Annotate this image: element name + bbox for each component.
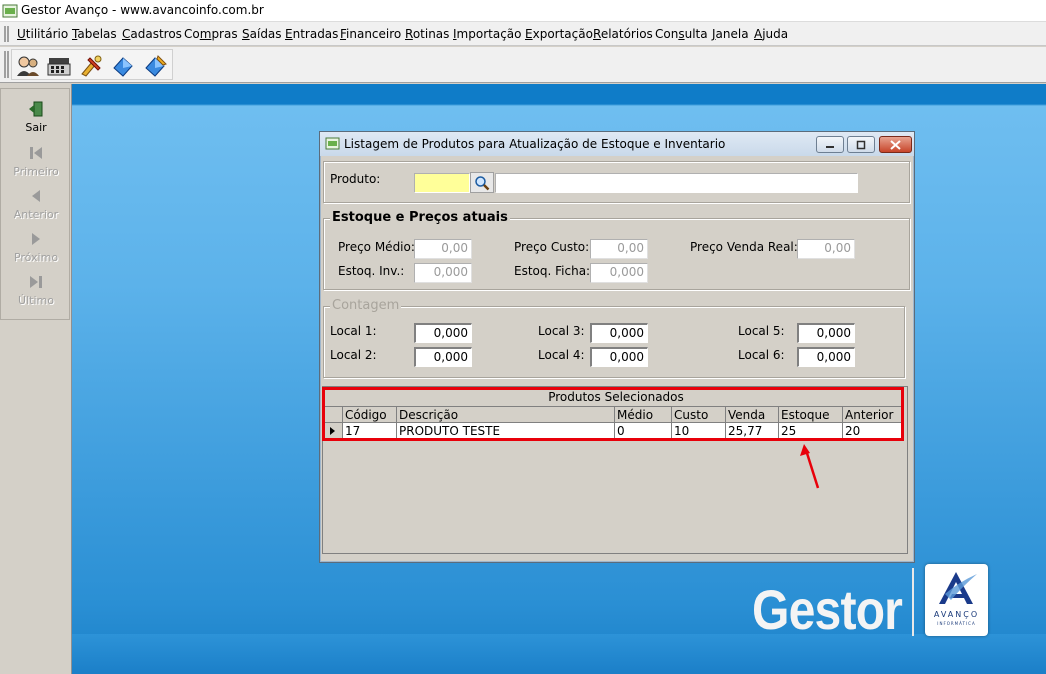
toolbar-group bbox=[11, 49, 173, 80]
navigation-panel: Sair Primeiro Anterior Próximo Último bbox=[0, 88, 70, 320]
gestor-brand-text: Gestor bbox=[752, 578, 903, 641]
menu-utilitario[interactable]: Utilitário bbox=[17, 27, 68, 41]
blue-box-icon[interactable] bbox=[109, 53, 137, 79]
local1-label: Local 1: bbox=[330, 324, 377, 338]
sidebar-item-ultimo[interactable]: Último bbox=[1, 266, 71, 310]
red-highlight-box bbox=[322, 387, 904, 441]
menu-entradas[interactable]: Entradas bbox=[285, 27, 338, 41]
close-icon bbox=[890, 139, 901, 150]
produto-label: Produto: bbox=[330, 172, 381, 186]
menu-importacao[interactable]: Importação bbox=[453, 27, 521, 41]
menu-ajuda[interactable]: Ajuda bbox=[754, 27, 788, 41]
estoq-ficha-label: Estoq. Ficha: bbox=[514, 264, 591, 278]
local4-input[interactable]: 0,000 bbox=[590, 347, 648, 367]
minimize-icon bbox=[826, 145, 834, 148]
dialog-title: Listagem de Produtos para Atualização de… bbox=[344, 137, 726, 151]
sidebar-item-proximo[interactable]: Próximo bbox=[1, 223, 71, 267]
menu-financeiro[interactable]: Financeiro bbox=[340, 27, 401, 41]
preco-medio-field: 0,00 bbox=[414, 239, 472, 259]
local2-input[interactable]: 0,000 bbox=[414, 347, 472, 367]
sidebar-item-label: Anterior bbox=[13, 208, 59, 221]
cash-register-icon[interactable] bbox=[45, 53, 73, 79]
estoq-inv-field: 0,000 bbox=[414, 263, 472, 283]
toolbar-grip bbox=[4, 51, 9, 78]
estoq-ficha-field: 0,000 bbox=[590, 263, 648, 283]
close-button[interactable] bbox=[879, 136, 912, 153]
local3-label: Local 3: bbox=[538, 324, 585, 338]
dialog-titlebar: Listagem de Produtos para Atualização de… bbox=[320, 132, 914, 156]
menu-bar: Utilitário Tabelas Cadastros Compras Saí… bbox=[0, 22, 1046, 46]
previous-record-icon bbox=[28, 188, 44, 204]
preco-venda-real-label: Preço Venda Real: bbox=[690, 240, 798, 254]
toolbar bbox=[0, 47, 1046, 83]
sidebar: Sair Primeiro Anterior Próximo Último bbox=[0, 84, 72, 674]
menu-janela[interactable]: Janela bbox=[712, 27, 749, 41]
last-record-icon bbox=[28, 274, 44, 290]
users-icon[interactable] bbox=[14, 53, 42, 79]
app-icon bbox=[2, 3, 18, 19]
avanco-logo: AVANÇO INFORMÁTICA bbox=[925, 564, 988, 636]
menu-consulta[interactable]: Consulta bbox=[655, 27, 708, 41]
exit-door-icon bbox=[28, 101, 44, 117]
next-record-icon bbox=[28, 231, 44, 247]
menu-compras[interactable]: Compras bbox=[184, 27, 238, 41]
sidebar-item-label: Próximo bbox=[13, 251, 59, 264]
local6-label: Local 6: bbox=[738, 348, 785, 362]
menu-saidas[interactable]: Saídas bbox=[242, 27, 282, 41]
menu-grip bbox=[4, 26, 9, 42]
local5-label: Local 5: bbox=[738, 324, 785, 338]
sidebar-item-anterior[interactable]: Anterior bbox=[1, 180, 71, 224]
estoq-inv-label: Estoq. Inv.: bbox=[338, 264, 405, 278]
preco-custo-label: Preço Custo: bbox=[514, 240, 590, 254]
preco-medio-label: Preço Médio: bbox=[338, 240, 415, 254]
produto-code-input[interactable] bbox=[414, 173, 470, 193]
sidebar-item-primeiro[interactable]: Primeiro bbox=[1, 137, 71, 181]
sidebar-item-label: Sair bbox=[25, 121, 47, 134]
local4-label: Local 4: bbox=[538, 348, 585, 362]
preco-custo-field: 0,00 bbox=[590, 239, 648, 259]
produto-description-input[interactable] bbox=[495, 173, 858, 193]
contagem-title: Contagem bbox=[330, 298, 402, 313]
menu-rotinas[interactable]: Rotinas bbox=[405, 27, 449, 41]
avanco-logo-mark bbox=[939, 572, 977, 604]
sidebar-item-sair[interactable]: Sair bbox=[1, 93, 71, 137]
estoque-precos-title: Estoque e Preços atuais bbox=[330, 210, 510, 225]
tools-icon[interactable] bbox=[77, 53, 105, 79]
first-record-icon bbox=[28, 145, 44, 161]
local5-input[interactable]: 0,000 bbox=[797, 323, 855, 343]
sidebar-item-label: Primeiro bbox=[13, 165, 59, 178]
produto-search-button[interactable] bbox=[470, 172, 494, 193]
dialog-app-icon bbox=[325, 136, 340, 151]
menu-cadastros[interactable]: Cadastros bbox=[122, 27, 182, 41]
preco-venda-real-field: 0,00 bbox=[797, 239, 855, 259]
local1-input[interactable]: 0,000 bbox=[414, 323, 472, 343]
local2-label: Local 2: bbox=[330, 348, 377, 362]
local3-input[interactable]: 0,000 bbox=[590, 323, 648, 343]
app-title: Gestor Avanço - www.avancoinfo.com.br bbox=[21, 3, 264, 17]
brand-divider bbox=[912, 568, 914, 636]
restore-icon bbox=[856, 140, 866, 149]
menu-tabelas[interactable]: Tabelas bbox=[72, 27, 117, 41]
app-titlebar: Gestor Avanço - www.avancoinfo.com.br bbox=[0, 0, 1046, 22]
magnifier-icon bbox=[475, 175, 490, 190]
logo-word: AVANÇO bbox=[933, 610, 980, 619]
minimize-button[interactable] bbox=[816, 136, 844, 153]
logo-subtitle: INFORMÁTICA bbox=[937, 621, 976, 626]
menu-exportacao[interactable]: Exportação bbox=[525, 27, 593, 41]
maximize-button[interactable] bbox=[847, 136, 875, 153]
menu-relatorios[interactable]: Relatórios bbox=[593, 27, 653, 41]
blue-pen-box-icon[interactable] bbox=[141, 53, 169, 79]
sidebar-item-label: Último bbox=[18, 294, 54, 307]
local6-input[interactable]: 0,000 bbox=[797, 347, 855, 367]
